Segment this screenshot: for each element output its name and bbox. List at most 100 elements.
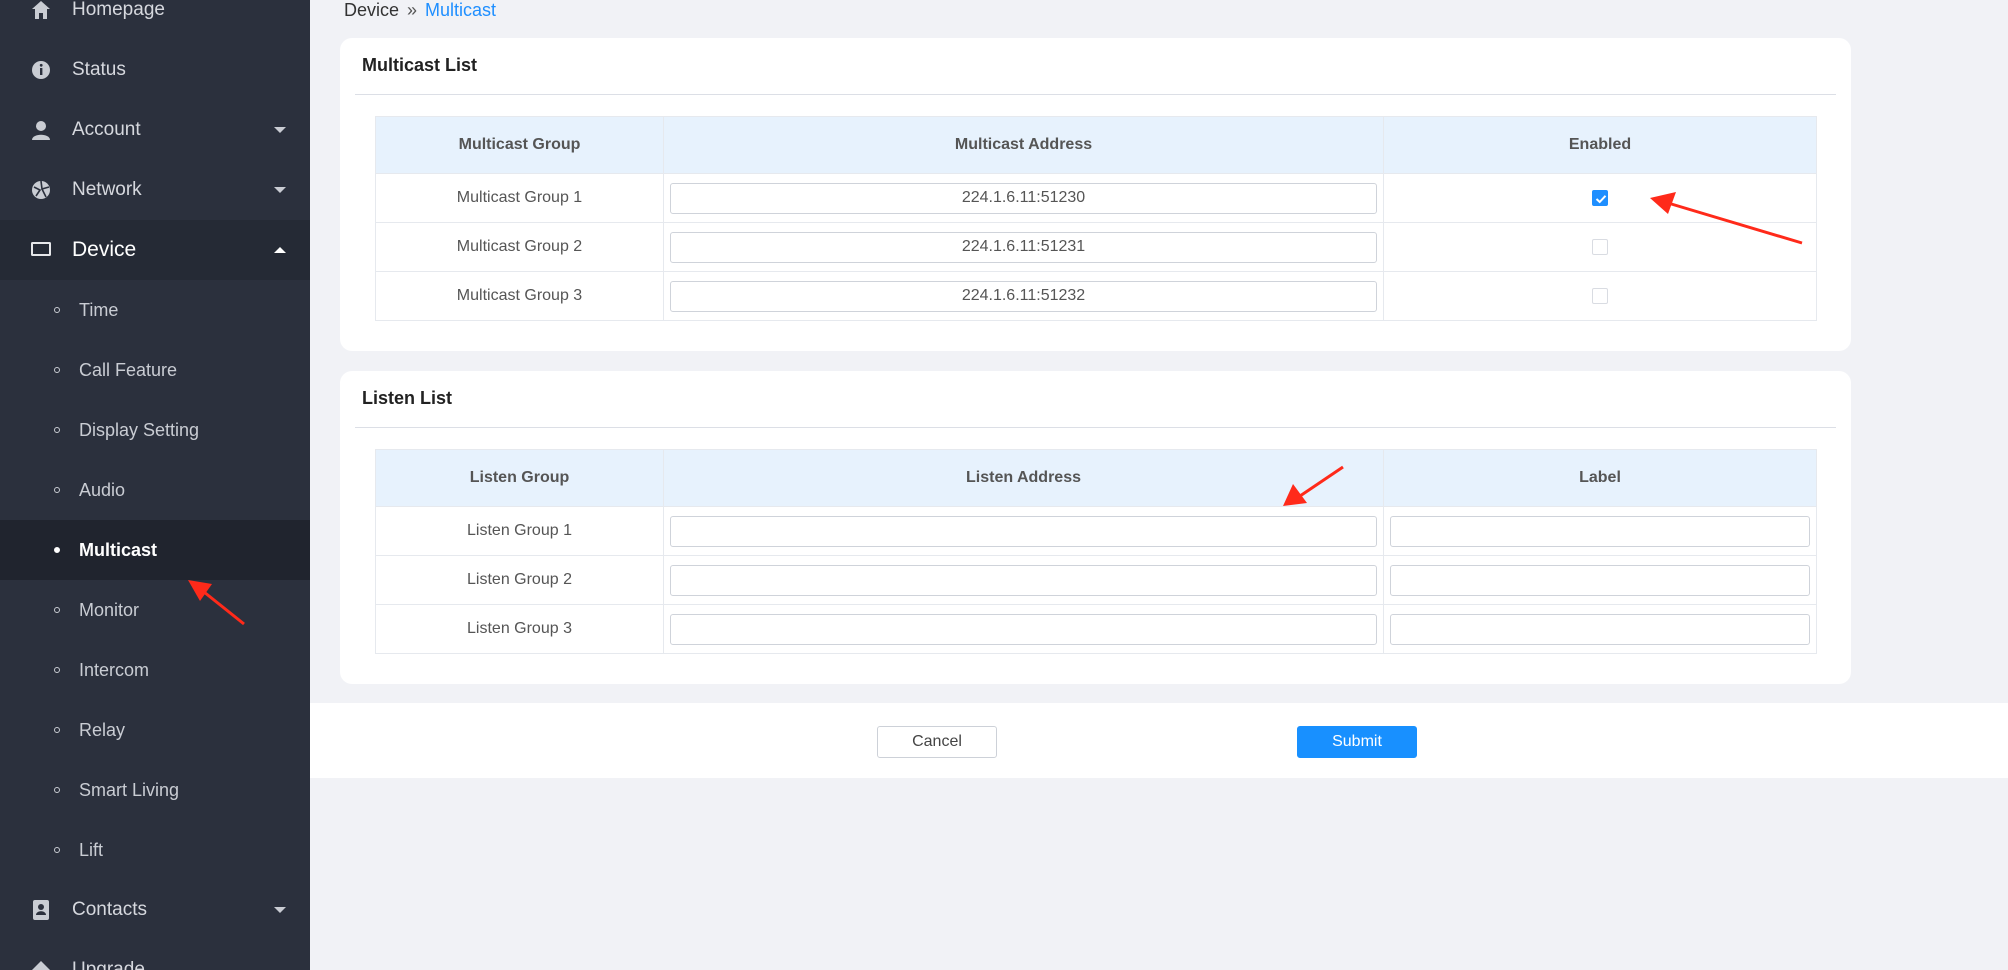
sidebar-item-label: Network [72,179,142,200]
bullet-icon [54,547,60,553]
submenu-item-multicast[interactable]: Multicast [0,520,310,580]
column-header: Enabled [1383,116,1817,174]
sidebar-item-label: Upgrade [72,959,145,970]
table-row: Multicast Group 3 [375,271,1817,321]
address-cell [663,555,1384,605]
submenu-item-relay[interactable]: Relay [0,700,310,760]
submenu-item-time[interactable]: Time [0,280,310,340]
sidebar-item-account[interactable]: Account [0,100,310,160]
sidebar-item-homepage[interactable]: Homepage [0,0,310,40]
label-cell [1383,555,1817,605]
device-submenu: Time Call Feature Display Setting Audio … [0,280,310,880]
submenu-item-display-setting[interactable]: Display Setting [0,400,310,460]
table-row: Multicast Group 2 [375,222,1817,272]
bullet-icon [54,367,60,373]
sidebar-item-label: Status [72,59,126,80]
submit-button[interactable]: Submit [1297,726,1417,758]
submenu-item-label: Smart Living [79,779,180,800]
bullet-icon [54,667,60,673]
bullet-icon [54,847,60,853]
listen-group-name: Listen Group 2 [375,555,664,605]
listen-label-input[interactable] [1390,613,1810,645]
user-icon [30,119,52,141]
enabled-cell [1383,173,1817,223]
submenu-item-label: Time [79,299,119,320]
enabled-checkbox[interactable] [1592,189,1608,206]
submenu-item-lift[interactable]: Lift [0,820,310,880]
enabled-cell [1383,271,1817,321]
breadcrumb-separator: » [407,0,418,20]
listen-list-panel: Listen List Listen Group Listen Address … [340,371,1851,684]
multicast-group-name: Multicast Group 3 [375,271,664,321]
sidebar-item-upgrade[interactable]: Upgrade [0,940,310,970]
submenu-item-call-feature[interactable]: Call Feature [0,340,310,400]
listen-address-input[interactable] [670,515,1377,547]
sidebar-item-contacts[interactable]: Contacts [0,880,310,940]
listen-group-name: Listen Group 1 [375,506,664,556]
listen-address-input[interactable] [670,564,1377,596]
table-row: Listen Group 2 [375,555,1817,605]
multicast-group-name: Multicast Group 1 [375,173,664,223]
check-icon [1595,194,1607,204]
multicast-table: Multicast Group Multicast Address Enable… [375,116,1817,321]
sidebar-item-network[interactable]: Network [0,160,310,220]
sidebar-item-label: Homepage [72,0,165,20]
table-row: Multicast Group 1 [375,173,1817,223]
breadcrumb-root[interactable]: Device [344,0,399,21]
submenu-item-label: Multicast [79,539,158,560]
address-cell [663,222,1384,272]
multicast-list-panel: Multicast List Multicast Group Multicast… [340,38,1851,351]
listen-label-input[interactable] [1390,515,1810,547]
bullet-icon [54,487,60,493]
listen-table: Listen Group Listen Address Label Listen… [375,449,1817,654]
submenu-item-label: Relay [79,719,126,740]
multicast-group-name: Multicast Group 2 [375,222,664,272]
sidebar-item-device[interactable]: Device [0,220,310,280]
multicast-address-input[interactable] [670,280,1377,312]
submenu-item-monitor[interactable]: Monitor [0,580,310,640]
multicast-address-input[interactable] [670,231,1377,263]
table-row: Listen Group 3 [375,604,1817,654]
bullet-icon [54,307,60,313]
monitor-icon [30,239,52,261]
sidebar-item-label: Device [72,238,137,261]
chevron-down-icon [274,127,286,133]
submenu-item-label: Audio [79,479,126,500]
column-header: Listen Address [663,449,1384,507]
submenu-item-smart-living[interactable]: Smart Living [0,760,310,820]
label-cell [1383,604,1817,654]
chevron-down-icon [274,187,286,193]
submenu-item-label: Call Feature [79,359,178,380]
divider [355,94,1836,95]
multicast-address-input[interactable] [670,182,1377,214]
info-icon [30,59,52,81]
address-cell [663,271,1384,321]
submenu-item-label: Lift [79,839,104,860]
multicast-list-title: Multicast List [362,55,478,75]
label-cell [1383,506,1817,556]
submenu-item-label: Monitor [79,599,140,620]
enabled-checkbox[interactable] [1592,238,1608,255]
submenu-item-label: Intercom [79,659,150,680]
action-bar [310,703,2008,778]
upgrade-icon [30,959,52,970]
bullet-icon [54,727,60,733]
column-header: Listen Group [375,449,664,507]
chevron-up-icon [274,247,286,253]
breadcrumb-current: Multicast [425,0,497,20]
listen-address-input[interactable] [670,613,1377,645]
column-header: Multicast Group [375,116,664,174]
address-cell [663,173,1384,223]
column-header: Label [1383,449,1817,507]
submenu-item-intercom[interactable]: Intercom [0,640,310,700]
cancel-button[interactable]: Cancel [877,726,997,758]
sidebar-item-status[interactable]: Status [0,40,310,100]
enabled-checkbox[interactable] [1592,287,1608,304]
bullet-icon [54,607,60,613]
chevron-down-icon [274,907,286,913]
submenu-item-audio[interactable]: Audio [0,460,310,520]
listen-list-title: Listen List [362,388,453,408]
sidebar-item-label: Contacts [72,899,147,920]
listen-label-input[interactable] [1390,564,1810,596]
network-icon [30,179,52,201]
